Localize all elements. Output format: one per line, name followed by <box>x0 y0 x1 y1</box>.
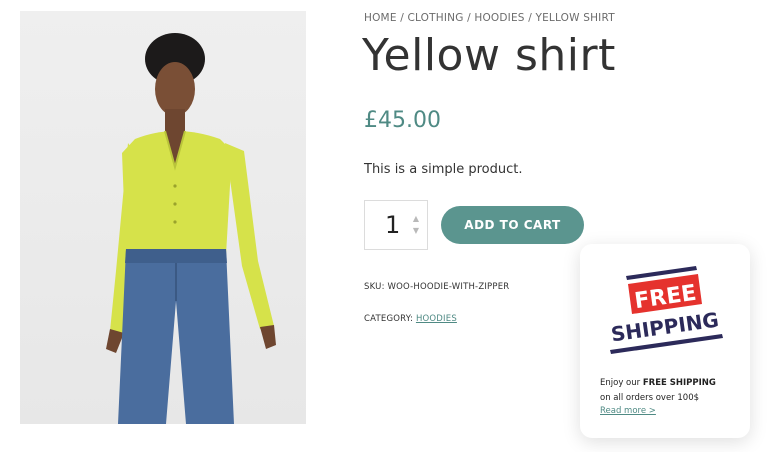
quantity-input[interactable]: 1 <box>385 211 400 239</box>
quantity-arrows[interactable]: ▲ ▼ <box>411 213 421 237</box>
sku-value: WOO-HOODIE-WITH-ZIPPER <box>387 282 510 292</box>
free-shipping-badge-icon: FREE SHIPPING <box>609 266 723 354</box>
free-shipping-card: FREE SHIPPING Enjoy our FREE SHIPPING on… <box>580 244 750 438</box>
product-price: £45.00 <box>364 108 441 133</box>
product-category: CATEGORY: HOODIES <box>364 314 457 324</box>
promo-headline: Enjoy our FREE SHIPPING <box>600 378 716 388</box>
model-illustration <box>106 33 276 424</box>
product-title: Yellow shirt <box>362 30 616 81</box>
product-image[interactable] <box>20 11 306 424</box>
chevron-down-icon[interactable]: ▼ <box>411 225 421 237</box>
read-more-link[interactable]: Read more > <box>600 406 656 416</box>
breadcrumb[interactable]: HOME / CLOTHING / HOODIES / YELLOW SHIRT <box>364 12 615 24</box>
chevron-up-icon[interactable]: ▲ <box>411 213 421 225</box>
category-label: CATEGORY: <box>364 314 414 324</box>
promo-subtext: on all orders over 100$ <box>600 393 700 403</box>
promo-headline-bold: FREE SHIPPING <box>642 378 716 388</box>
product-sku: SKU: WOO-HOODIE-WITH-ZIPPER <box>364 282 509 292</box>
sku-label: SKU: <box>364 282 385 292</box>
add-to-cart-button[interactable]: ADD TO CART <box>441 206 584 244</box>
product-description: This is a simple product. <box>364 162 523 177</box>
category-link[interactable]: HOODIES <box>416 314 457 324</box>
quantity-stepper[interactable]: 1 ▲ ▼ <box>364 200 428 250</box>
promo-headline-prefix: Enjoy our <box>600 378 641 388</box>
